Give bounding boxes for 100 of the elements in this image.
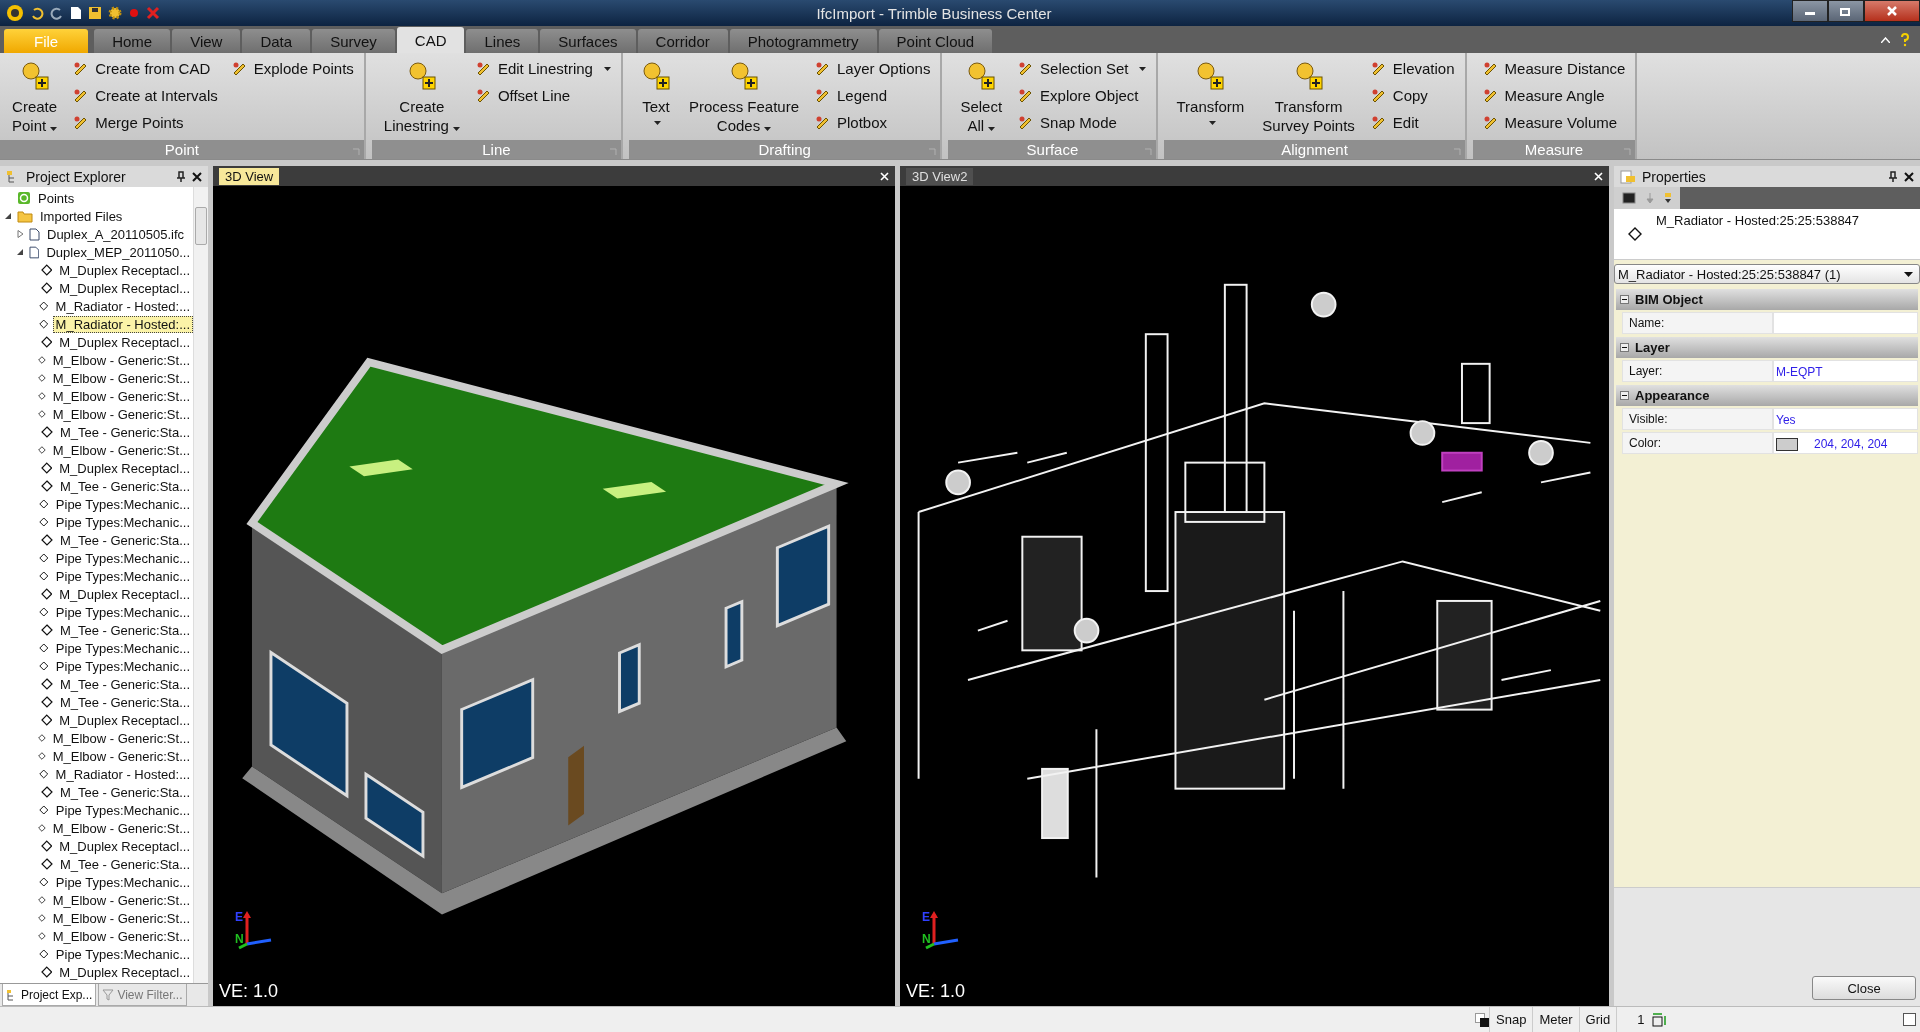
tree-item[interactable]: M_Elbow - Generic:St...: [49, 351, 193, 369]
ribbon-tab[interactable]: Point Cloud: [878, 29, 993, 53]
ribbon-button[interactable]: Elevation: [1368, 57, 1457, 80]
tree-item[interactable]: M_Tee - Generic:Sta...: [56, 621, 193, 639]
ribbon-button[interactable]: Explore Object: [1016, 84, 1149, 107]
tree-item[interactable]: M_Tee - Generic:Sta...: [56, 693, 193, 711]
tree-item[interactable]: Pipe Types:Mechanic...: [52, 603, 193, 621]
view-tab[interactable]: 3D View: [219, 167, 280, 185]
tree-item[interactable]: M_Tee - Generic:Sta...: [56, 675, 193, 693]
ribbon-button[interactable]: Select All: [956, 57, 1007, 140]
property-value-field[interactable]: Yes: [1773, 408, 1918, 430]
ribbon-button[interactable]: Create from CAD: [71, 57, 220, 80]
tree-item[interactable]: M_Elbow - Generic:St...: [49, 891, 193, 909]
tree-item[interactable]: M_Elbow - Generic:St...: [49, 819, 193, 837]
tree-item[interactable]: Duplex_MEP_2011050...: [43, 243, 193, 261]
expanded-arrow-icon[interactable]: [16, 248, 24, 256]
ribbon-tab[interactable]: Survey: [312, 29, 395, 53]
ribbon-tab[interactable]: View: [172, 29, 241, 53]
ribbon-button[interactable]: Copy: [1368, 84, 1457, 107]
tree-item[interactable]: Pipe Types:Mechanic...: [52, 657, 193, 675]
tree-item[interactable]: M_Elbow - Generic:St...: [49, 405, 193, 423]
minimize-button[interactable]: [1792, 0, 1828, 22]
tree-item[interactable]: Pipe Types:Mechanic...: [52, 945, 193, 963]
ribbon-button[interactable]: Layer Options: [813, 57, 933, 80]
tree-item[interactable]: Duplex_A_20110505.ifc: [44, 225, 188, 243]
ribbon-button[interactable]: Selection Set: [1016, 57, 1149, 80]
tree-item[interactable]: M_Duplex Receptacl...: [56, 459, 193, 477]
tree-item[interactable]: Pipe Types:Mechanic...: [52, 567, 193, 585]
tree-item[interactable]: M_Tee - Generic:Sta...: [56, 423, 193, 441]
ribbon-tab[interactable]: Corridor: [637, 29, 728, 53]
ribbon-button[interactable]: Measure Volume: [1480, 111, 1628, 134]
object-dropdown[interactable]: M_Radiator - Hosted:25:25:538847 (1): [1614, 264, 1920, 284]
collapsed-arrow-icon[interactable]: [17, 230, 24, 238]
tree-item[interactable]: M_Tee - Generic:Sta...: [56, 531, 193, 549]
ribbon-tab[interactable]: Home: [94, 29, 171, 53]
tree-item[interactable]: M_Duplex Receptacl...: [56, 711, 193, 729]
status-item[interactable]: Snap: [1489, 1007, 1533, 1032]
ribbon-button[interactable]: Offset Line: [473, 84, 613, 107]
tree-item[interactable]: M_Elbow - Generic:St...: [49, 387, 193, 405]
ribbon-button[interactable]: Create at Intervals: [71, 84, 220, 107]
tree-item[interactable]: M_Duplex Receptacl...: [56, 585, 193, 603]
tree-item[interactable]: Pipe Types:Mechanic...: [52, 639, 193, 657]
close-button[interactable]: Close: [1812, 976, 1916, 1000]
ribbon-button[interactable]: Explode Points: [229, 57, 356, 80]
tree-item[interactable]: M_Elbow - Generic:St...: [49, 369, 193, 387]
ribbon-button[interactable]: Snap Mode: [1016, 111, 1149, 134]
ribbon-button[interactable]: Transform: [1172, 57, 1249, 140]
status-item[interactable]: 1: [1616, 1007, 1653, 1032]
tree-item[interactable]: M_Elbow - Generic:St...: [49, 441, 193, 459]
ribbon-tab[interactable]: Photogrammetry: [729, 29, 877, 53]
tree-item[interactable]: M_Duplex Receptacl...: [56, 837, 193, 855]
ribbon-button[interactable]: Plotbox: [813, 111, 933, 134]
ribbon-button[interactable]: Process Feature Codes: [684, 57, 803, 140]
tree-item[interactable]: Pipe Types:Mechanic...: [52, 549, 193, 567]
tree-item[interactable]: Pipe Types:Mechanic...: [52, 873, 193, 891]
property-value-field[interactable]: 204, 204, 204: [1773, 432, 1918, 454]
tree-item[interactable]: M_Elbow - Generic:St...: [49, 927, 193, 945]
ribbon-tab[interactable]: CAD: [396, 27, 465, 53]
scrollbar[interactable]: [193, 187, 208, 983]
tree-item[interactable]: Pipe Types:Mechanic...: [52, 513, 193, 531]
tree-item[interactable]: Pipe Types:Mechanic...: [52, 495, 193, 513]
tree-item[interactable]: M_Tee - Generic:Sta...: [56, 477, 193, 495]
ribbon-button[interactable]: Measure Distance: [1480, 57, 1628, 80]
checkbox[interactable]: [1903, 1013, 1916, 1026]
section-header[interactable]: Layer: [1616, 337, 1918, 358]
tree-item[interactable]: M_Tee - Generic:Sta...: [56, 783, 193, 801]
collapse-icon[interactable]: [1620, 343, 1629, 352]
tree-item[interactable]: M_Tee - Generic:Sta...: [56, 855, 193, 873]
ribbon-button[interactable]: Text: [636, 57, 675, 140]
close-button[interactable]: [1864, 0, 1920, 22]
tree-item[interactable]: Pipe Types:Mechanic...: [52, 801, 193, 819]
tree-item[interactable]: M_Radiator - Hosted:...: [52, 315, 193, 333]
ribbon-button[interactable]: Measure Angle: [1480, 84, 1628, 107]
tree-item[interactable]: M_Elbow - Generic:St...: [49, 909, 193, 927]
ribbon-button[interactable]: Create Point: [8, 57, 62, 140]
status-item[interactable]: Meter: [1532, 1007, 1579, 1032]
tree-item[interactable]: M_Radiator - Hosted:...: [52, 765, 193, 783]
ribbon-button[interactable]: Create Linestring: [379, 57, 464, 140]
tree-item[interactable]: M_Duplex Receptacl...: [56, 963, 193, 981]
ribbon-button[interactable]: Edit: [1368, 111, 1457, 134]
tree-item[interactable]: Points: [35, 189, 78, 207]
panel-tab[interactable]: View Filter...: [98, 984, 187, 1006]
panel-tab[interactable]: Project Exp...: [2, 984, 97, 1006]
tree-item[interactable]: M_Duplex Receptacl...: [56, 261, 193, 279]
maximize-button[interactable]: [1828, 0, 1864, 22]
ribbon-tab[interactable]: Surfaces: [540, 29, 636, 53]
view-tab[interactable]: 3D View2: [906, 167, 974, 185]
tree-item[interactable]: M_Duplex Receptacl...: [56, 279, 193, 297]
section-header[interactable]: BIM Object: [1616, 289, 1918, 310]
ribbon-button[interactable]: Transform Survey Points: [1258, 57, 1359, 140]
collapse-icon[interactable]: [1620, 295, 1629, 304]
tree-item[interactable]: M_Duplex Receptacl...: [56, 333, 193, 351]
expanded-arrow-icon[interactable]: [5, 212, 12, 220]
ribbon-button[interactable]: Merge Points: [71, 111, 220, 134]
property-value-field[interactable]: [1773, 312, 1918, 334]
property-value-field[interactable]: M-EQPT: [1773, 360, 1918, 382]
status-item[interactable]: Grid: [1578, 1007, 1617, 1032]
ribbon-tab[interactable]: Lines: [466, 29, 539, 53]
tree-item[interactable]: M_Elbow - Generic:St...: [49, 729, 193, 747]
collapse-icon[interactable]: [1620, 391, 1629, 400]
